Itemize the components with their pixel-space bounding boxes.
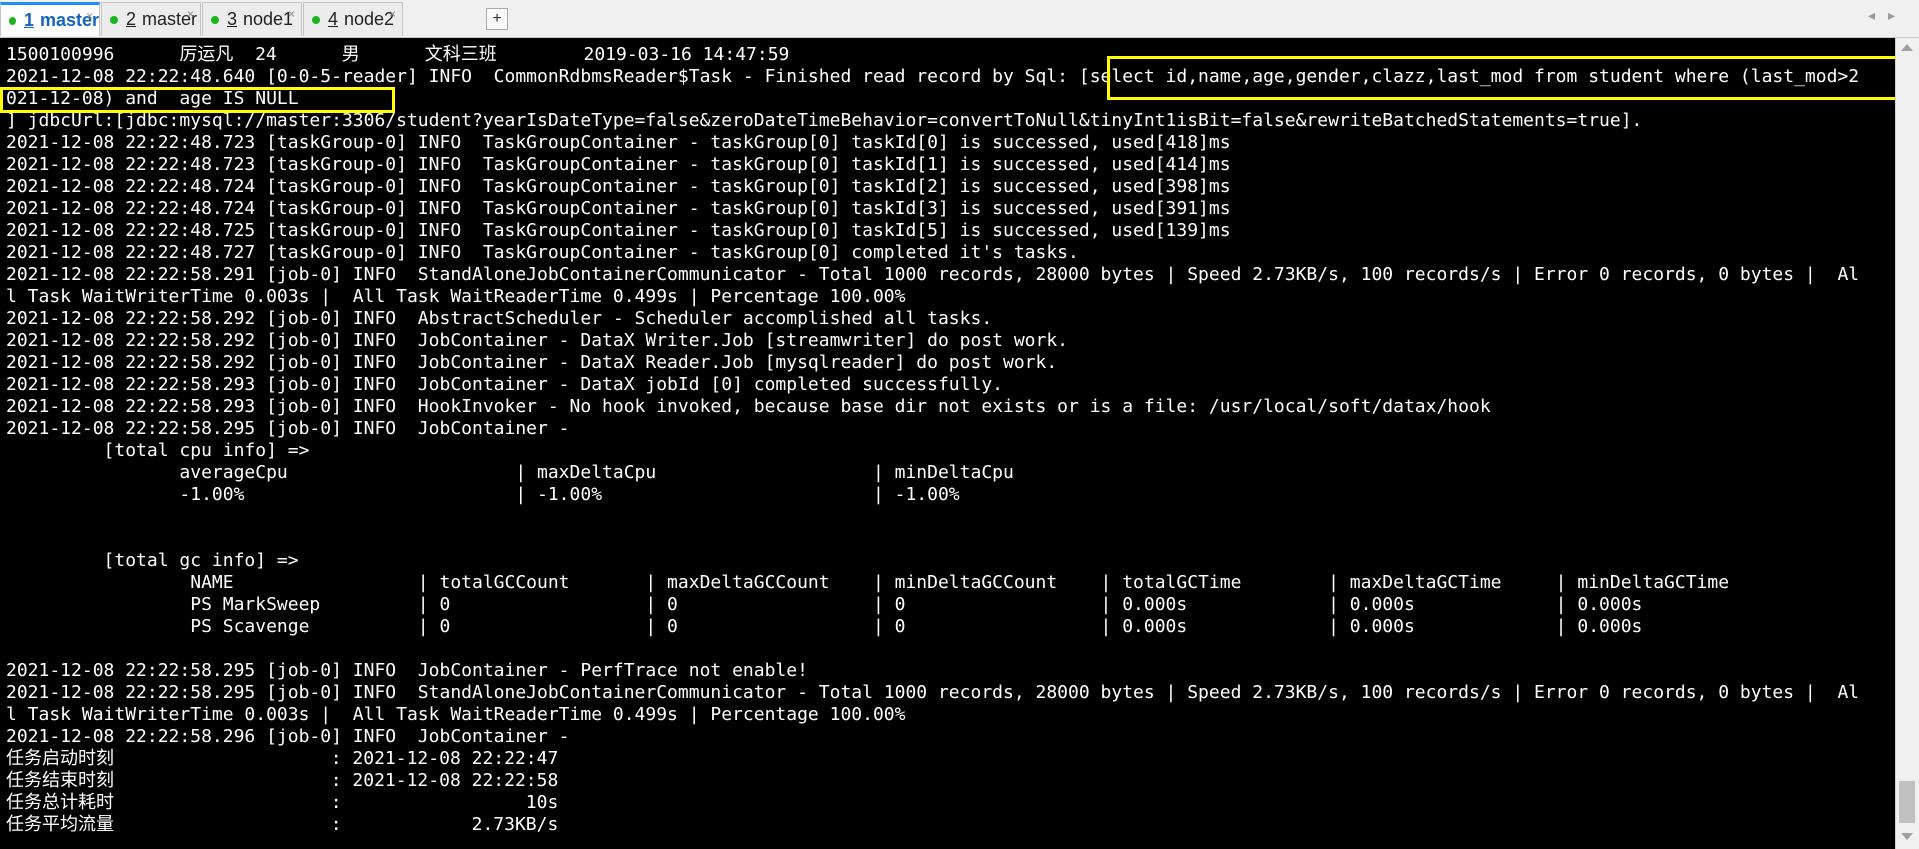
terminal-line: PS Scavenge | 0 | 0 | 0 | 0.000s | 0.000… <box>6 616 1784 637</box>
new-tab-button[interactable]: + <box>486 8 508 30</box>
terminal-line: 任务平均流量 : 2.73KB/s <box>6 814 559 835</box>
sql-highlight-box <box>1107 56 1895 100</box>
close-tab-icon[interactable]: × <box>187 7 194 21</box>
terminal-line: 任务结束时刻 : 2021-12-08 22:22:58 <box>6 770 559 791</box>
terminal-line: 2021-12-08 22:22:58.296 [job-0] INFO Job… <box>6 726 581 747</box>
terminal-line: 2021-12-08 22:22:48.724 [taskGroup-0] IN… <box>6 198 1231 219</box>
terminal-line: averageCpu | maxDeltaCpu | minDeltaCpu <box>6 462 1231 483</box>
terminal-line: l Task WaitWriterTime 0.003s | All Task … <box>6 286 906 307</box>
tab-number: 3 <box>227 9 238 29</box>
scroll-up-icon[interactable] <box>1901 44 1913 51</box>
connected-status-icon <box>211 15 219 24</box>
terminal-line: 2021-12-08 22:22:58.292 [job-0] INFO Abs… <box>6 308 993 329</box>
tab-number: 1 <box>23 10 34 30</box>
terminal-line: 2021-12-08 22:22:48.724 [taskGroup-0] IN… <box>6 176 1231 197</box>
terminal-line: PS MarkSweep | 0 | 0 | 0 | 0.000s | 0.00… <box>6 594 1784 615</box>
terminal-line: 任务启动时刻 : 2021-12-08 22:22:47 <box>6 748 559 769</box>
terminal-line: [total cpu info] => <box>6 440 321 461</box>
tab-label: node1 <box>243 9 294 29</box>
terminal-line: 2021-12-08 22:22:48.723 [taskGroup-0] IN… <box>6 132 1231 153</box>
tab-2-master[interactable]: 2 master × <box>101 2 201 36</box>
terminal-line: 2021-12-08 22:22:58.295 [job-0] INFO Sta… <box>6 682 1860 703</box>
scrollbar-thumb[interactable] <box>1899 781 1915 823</box>
session-tab-bar: 1 master × 2 master × 3 node1 × 4 node2 … <box>0 0 1919 38</box>
terminal-line: l Task WaitWriterTime 0.003s | All Task … <box>6 704 906 725</box>
connected-status-icon <box>110 15 118 24</box>
terminal-line: 2021-12-08 22:22:58.293 [job-0] INFO Job… <box>6 374 1003 395</box>
scroll-down-icon[interactable] <box>1901 833 1913 840</box>
terminal-line: 2021-12-08 22:22:58.292 [job-0] INFO Job… <box>6 330 1069 351</box>
terminal-line: 2021-12-08 22:22:58.295 [job-0] INFO Job… <box>6 660 808 681</box>
terminal-line: ] jdbcUrl:[jdbc:mysql://master:3306/stud… <box>6 110 1643 131</box>
terminal-line: -1.00% | -1.00% | -1.00% <box>6 484 960 505</box>
tab-3-node1[interactable]: 3 node1 × <box>202 2 302 36</box>
tab-4-node2[interactable]: 4 node2 × <box>303 2 403 36</box>
terminal-line: 1500100996 厉运凡 24 男 文科三班 2019-03-16 14:4… <box>6 44 790 65</box>
tab-number: 4 <box>328 9 339 29</box>
connected-status-icon <box>9 16 16 25</box>
terminal-line: 2021-12-08 22:22:48.723 [taskGroup-0] IN… <box>6 154 1231 175</box>
terminal-line: 2021-12-08 22:22:48.725 [taskGroup-0] IN… <box>6 220 1231 241</box>
terminal-line: 2021-12-08 22:22:58.291 [job-0] INFO Sta… <box>6 264 1860 285</box>
terminal-line: 2021-12-08 22:22:58.295 [job-0] INFO Job… <box>6 418 581 439</box>
terminal-line: 任务总计耗时 : 10s <box>6 792 559 813</box>
terminal-line: 2021-12-08 22:22:58.293 [job-0] INFO Hoo… <box>6 396 1491 417</box>
terminal-output[interactable]: 1500100996 厉运凡 24 男 文科三班 2019-03-16 14:4… <box>0 38 1895 849</box>
tab-scroll-left-icon[interactable]: ◂ <box>1868 8 1875 24</box>
terminal-line: NAME | totalGCCount | maxDeltaGCCount | … <box>6 572 1784 593</box>
terminal-line: 2021-12-08 22:22:48.727 [taskGroup-0] IN… <box>6 242 1079 263</box>
tab-number: 2 <box>126 9 137 29</box>
terminal-line: [total gc info] => <box>6 550 310 571</box>
close-tab-icon[interactable]: × <box>288 7 295 21</box>
tab-1-master[interactable]: 1 master × <box>0 2 100 36</box>
tab-scroll-right-icon[interactable]: ▸ <box>1888 8 1895 24</box>
sql-highlight-box-continuation <box>0 87 395 113</box>
close-tab-icon[interactable]: × <box>389 7 396 21</box>
tab-label: node2 <box>344 9 395 29</box>
terminal-line: 2021-12-08 22:22:58.292 [job-0] INFO Job… <box>6 352 1058 373</box>
connected-status-icon <box>312 15 320 24</box>
close-tab-icon[interactable]: × <box>86 9 93 23</box>
terminal-scrollbar[interactable] <box>1895 38 1919 849</box>
